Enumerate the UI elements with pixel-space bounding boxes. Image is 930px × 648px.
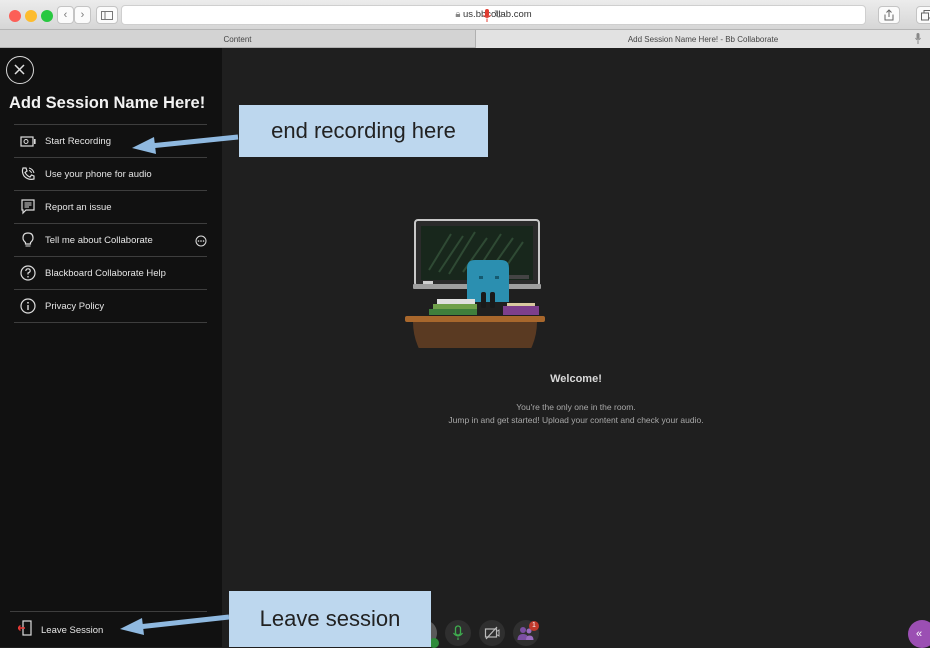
participants-button[interactable]: 1	[513, 620, 539, 646]
sidebar-icon	[101, 11, 113, 20]
menu-item-label: Tell me about Collaborate	[45, 235, 153, 246]
share-button[interactable]	[878, 6, 900, 24]
tab-label: Content	[223, 35, 251, 44]
close-window-icon[interactable]	[9, 10, 21, 22]
tabs-icon	[921, 10, 930, 21]
camera-off-icon	[484, 626, 500, 640]
menu-item-label: Privacy Policy	[45, 301, 104, 312]
address-bar[interactable]: 🔒︎ us.bbcollab.com ↻	[121, 5, 866, 25]
menu-item-label: Blackboard Collaborate Help	[45, 268, 166, 279]
lock-icon: 🔒︎	[455, 9, 460, 20]
zoom-window-icon[interactable]	[41, 10, 53, 22]
chevron-left-icon: «	[916, 628, 922, 640]
menu-item-label: Report an issue	[45, 202, 112, 213]
end-recording-callout: end recording here	[239, 105, 488, 157]
record-icon	[19, 132, 37, 150]
close-icon	[7, 57, 32, 82]
collapse-panel-button[interactable]: «	[908, 620, 930, 648]
tab-bar: Content Add Session Name Here! - Bb Coll…	[0, 30, 930, 48]
forward-button[interactable]: ›	[74, 6, 91, 24]
close-menu-button[interactable]	[6, 56, 34, 84]
minimize-window-icon[interactable]	[25, 10, 37, 22]
reload-icon[interactable]: ↻	[494, 8, 503, 21]
welcome-title: Welcome!	[222, 373, 930, 385]
tab-label: Add Session Name Here! - Bb Collaborate	[628, 35, 778, 44]
help-icon	[19, 264, 37, 282]
welcome-message-line2: Jump in and get started! Upload your con…	[222, 415, 930, 425]
welcome-message-line1: You're the only one in the room.	[222, 402, 930, 412]
privacy-policy-item[interactable]: Privacy Policy	[14, 290, 207, 323]
tab-content[interactable]: Content	[0, 30, 476, 48]
report-issue-item[interactable]: Report an issue	[14, 191, 207, 224]
menu-item-label: Use your phone for audio	[45, 169, 152, 180]
callout-text: end recording here	[271, 118, 456, 144]
share-icon	[884, 9, 894, 21]
lightbulb-icon	[19, 231, 37, 249]
callout-text: Leave session	[260, 606, 401, 632]
microphone-icon	[452, 625, 464, 641]
about-collaborate-item[interactable]: Tell me about Collaborate	[14, 224, 207, 257]
report-icon	[19, 198, 37, 216]
participants-count-badge: 1	[529, 621, 539, 631]
browser-toolbar: ‹ › 🔒︎ us.bbcollab.com ↻	[0, 0, 930, 30]
phone-icon	[19, 165, 37, 183]
microphone-button[interactable]	[445, 620, 471, 646]
tab-collaborate[interactable]: Add Session Name Here! - Bb Collaborate	[476, 30, 930, 48]
info-icon	[19, 297, 37, 315]
collaborate-help-item[interactable]: Blackboard Collaborate Help	[14, 257, 207, 290]
tab-audio-icon	[915, 33, 921, 44]
empty-classroom-illustration	[405, 218, 545, 348]
leave-session-callout: Leave session	[229, 591, 431, 647]
leave-session-label: Leave Session	[41, 625, 103, 636]
end-recording-arrow	[130, 130, 240, 156]
session-title: Add Session Name Here!	[9, 94, 205, 113]
leave-session-icon	[18, 620, 32, 641]
microphone-recording-icon	[483, 9, 491, 22]
more-options-icon[interactable]	[195, 235, 207, 247]
phone-audio-item[interactable]: Use your phone for audio	[14, 158, 207, 191]
leave-session-arrow	[118, 611, 230, 637]
camera-button[interactable]	[479, 620, 505, 646]
sidebar-toggle-button[interactable]	[96, 6, 118, 24]
menu-item-label: Start Recording	[45, 136, 111, 147]
tabs-overview-button[interactable]	[916, 6, 930, 24]
leave-session-button[interactable]: Leave Session	[18, 618, 128, 642]
back-button[interactable]: ‹	[57, 6, 74, 24]
